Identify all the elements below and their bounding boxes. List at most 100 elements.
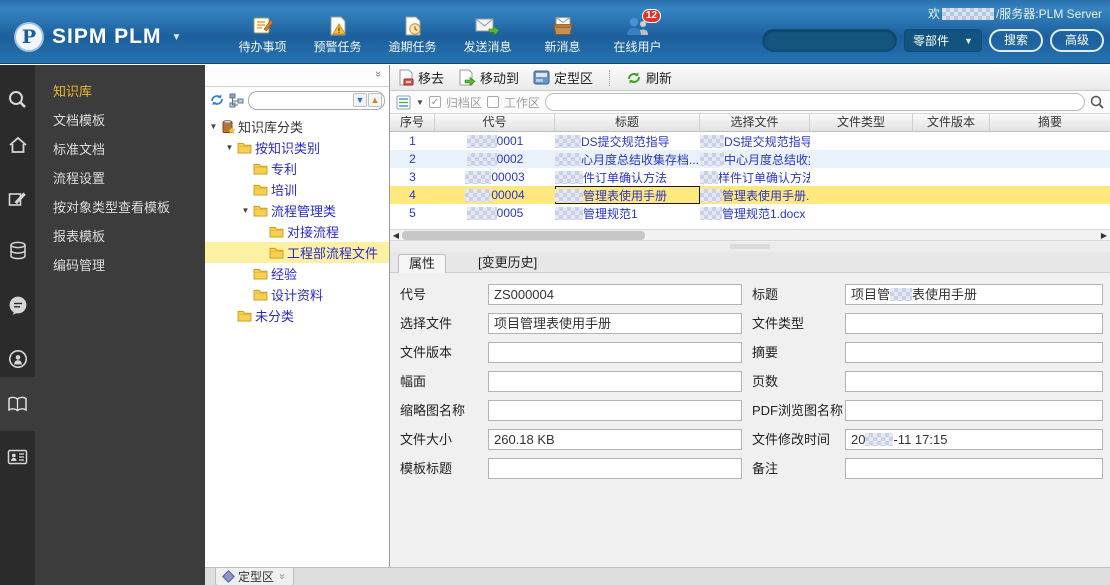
cell-code[interactable]: 00004	[435, 188, 555, 202]
search-button[interactable]: 搜索	[988, 29, 1043, 52]
search-icon[interactable]	[1090, 95, 1104, 109]
scroll-right-icon[interactable]: ▶	[1098, 230, 1110, 241]
caret-down-icon[interactable]: ▼	[225, 143, 234, 152]
table-row[interactable]: 2 0002 心月度总结收集存档... 中心月度总结收集存档...	[390, 150, 1110, 168]
fixed-area-panel-tab[interactable]: 定型区 »	[215, 568, 294, 585]
sidebar-item-report-templates[interactable]: 报表模板	[35, 222, 205, 251]
code-field[interactable]: ZS000004	[488, 284, 742, 305]
cell-index[interactable]: 3	[390, 170, 435, 184]
sidebar-item-knowledge-base[interactable]: 知识库	[35, 77, 205, 106]
tree-node-patent[interactable]: 专利	[205, 158, 389, 179]
file-version-field[interactable]	[488, 342, 742, 363]
refresh-button[interactable]: 刷新	[626, 68, 672, 87]
tab-properties[interactable]: 属性	[398, 254, 447, 273]
cell-code[interactable]: 0002	[435, 152, 555, 166]
summary-field[interactable]	[845, 342, 1103, 363]
global-search-input[interactable]	[761, 29, 897, 52]
database-icon[interactable]	[0, 233, 35, 269]
broadcast-user-icon[interactable]	[0, 341, 35, 377]
caret-down-icon[interactable]: ▼	[209, 122, 218, 131]
cell-file[interactable]: DS提交规范指导.docx	[700, 133, 810, 150]
search-prev-icon[interactable]: ▲	[368, 93, 382, 107]
cell-title[interactable]: 心月度总结收集存档...	[555, 151, 700, 168]
tree-structure-icon[interactable]	[229, 93, 244, 108]
col-header-summary[interactable]: 摘要	[990, 114, 1110, 132]
sidebar-item-view-templates-by-type[interactable]: 按对象类型查看模板	[35, 193, 205, 222]
cell-index[interactable]: 5	[390, 206, 435, 220]
tree-node-by-category[interactable]: ▼ 按知识类别	[205, 137, 389, 158]
move-to-button[interactable]: 移动到	[458, 68, 519, 87]
filter-search-input[interactable]	[544, 93, 1085, 111]
send-message-button[interactable]: 发送消息	[450, 16, 525, 55]
cell-code[interactable]: 0001	[435, 134, 555, 148]
advanced-search-button[interactable]: 高级	[1049, 29, 1104, 52]
file-size-field[interactable]: 260.18 KB	[488, 429, 742, 450]
chat-icon[interactable]	[0, 287, 35, 323]
file-type-field[interactable]	[845, 313, 1103, 334]
cell-code[interactable]: 0005	[435, 206, 555, 220]
title-field[interactable]: 项目管 表使用手册	[845, 284, 1103, 305]
search-next-icon[interactable]: ▼	[353, 93, 367, 107]
cell-index[interactable]: 4	[390, 188, 435, 202]
workspace-label[interactable]: 工作区	[504, 94, 540, 111]
pdf-preview-name-field[interactable]	[845, 400, 1103, 421]
sidebar-item-process-settings[interactable]: 流程设置	[35, 164, 205, 193]
online-users-button[interactable]: 在线用户 12	[600, 9, 675, 55]
remarks-field[interactable]	[845, 458, 1103, 479]
tree-search-input[interactable]: ▼ ▲	[248, 90, 385, 110]
todo-items-button[interactable]: 待办事项	[225, 16, 300, 55]
home-icon[interactable]	[0, 127, 35, 163]
search-category-select[interactable]: 零部件 ▼	[903, 29, 982, 52]
knowledge-book-icon[interactable]	[0, 386, 35, 422]
table-row[interactable]: 5 0005 管理规范1 管理规范1.docx	[390, 204, 1110, 222]
file-modified-time-field[interactable]: 20 -11 17:15	[845, 429, 1103, 450]
tree-node-training[interactable]: 培训	[205, 179, 389, 200]
horizontal-scrollbar[interactable]: ◀ ▶	[390, 229, 1110, 241]
collapse-panel-icon[interactable]: »	[372, 71, 384, 77]
page-count-field[interactable]	[845, 371, 1103, 392]
workspace-checkbox[interactable]	[486, 96, 499, 108]
tree-node-experience[interactable]: 经验	[205, 263, 389, 284]
cell-title[interactable]: 管理规范1	[555, 205, 700, 222]
warning-tasks-button[interactable]: 预警任务	[300, 16, 375, 55]
tab-change-history[interactable]: [变更历史]	[468, 254, 547, 273]
cell-file[interactable]: 管理规范1.docx	[700, 205, 810, 222]
tree-node-root[interactable]: ▼ 知识库分类	[205, 116, 389, 137]
sidebar-item-document-templates[interactable]: 文档模板	[35, 106, 205, 135]
cell-file[interactable]: 中心月度总结收集存档...	[700, 151, 810, 168]
list-view-caret-icon[interactable]: ▼	[416, 98, 424, 107]
edit-icon[interactable]	[0, 181, 35, 217]
cell-title-focused[interactable]: 管理表使用手册	[555, 186, 700, 204]
expand-panel-icon[interactable]: »	[276, 574, 287, 580]
tree-node-process-management[interactable]: ▼ 流程管理类	[205, 200, 389, 221]
sipm-search-icon[interactable]	[0, 81, 35, 117]
archive-area-label[interactable]: 归档区	[446, 94, 482, 111]
refresh-tree-icon[interactable]	[209, 92, 225, 108]
thumbnail-name-field[interactable]	[488, 400, 742, 421]
panel-splitter[interactable]	[390, 241, 1110, 252]
cell-index[interactable]: 1	[390, 134, 435, 148]
remove-button[interactable]: 移去	[398, 68, 444, 87]
table-row[interactable]: 3 00003 件订单确认方法 样件订单确认方法.docx	[390, 168, 1110, 186]
col-header-fileversion[interactable]: 文件版本	[913, 114, 990, 132]
list-view-icon[interactable]	[396, 95, 411, 110]
select-file-field[interactable]: 项目管理表使用手册	[488, 313, 742, 334]
cell-file[interactable]: 管理表使用手册.docx	[700, 187, 810, 204]
new-message-button[interactable]: 新消息	[525, 16, 600, 55]
caret-down-icon[interactable]: ▼	[241, 206, 250, 215]
col-header-index[interactable]: 序号	[390, 114, 435, 132]
cell-title[interactable]: 件订单确认方法	[555, 169, 700, 186]
fixed-area-button[interactable]: 定型区	[533, 68, 593, 87]
sidebar-item-code-management[interactable]: 编码管理	[35, 251, 205, 280]
col-header-title[interactable]: 标题	[555, 114, 700, 132]
template-title-field[interactable]	[488, 458, 742, 479]
cell-title[interactable]: DS提交规范指导	[555, 133, 700, 150]
overdue-tasks-button[interactable]: 逾期任务	[375, 16, 450, 55]
sheet-size-field[interactable]	[488, 371, 742, 392]
scroll-left-icon[interactable]: ◀	[390, 230, 402, 241]
cell-code[interactable]: 00003	[435, 170, 555, 184]
table-row[interactable]: 1 0001 DS提交规范指导 DS提交规范指导.docx	[390, 132, 1110, 150]
cell-file[interactable]: 样件订单确认方法.docx	[700, 169, 810, 186]
col-header-filetype[interactable]: 文件类型	[810, 114, 913, 132]
sidebar-item-standard-documents[interactable]: 标准文档	[35, 135, 205, 164]
